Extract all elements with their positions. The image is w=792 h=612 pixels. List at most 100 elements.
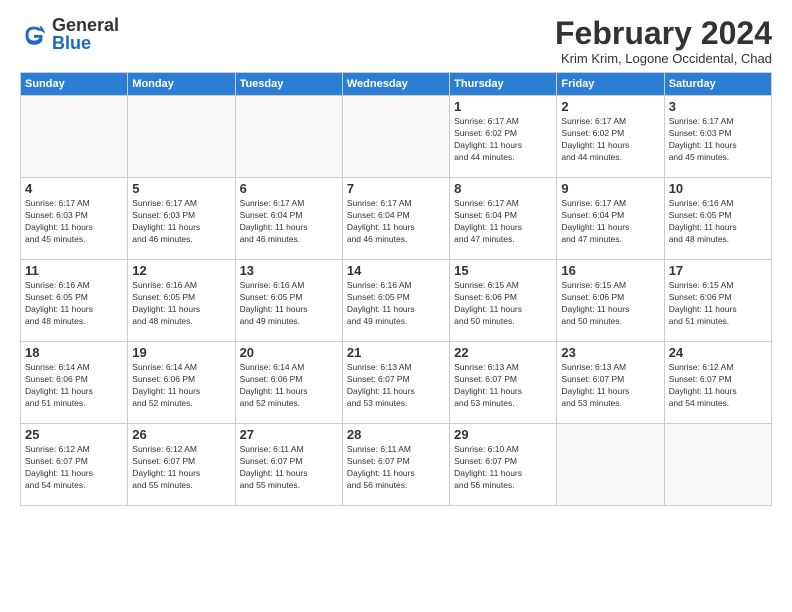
day-info: Sunrise: 6:17 AM Sunset: 6:03 PM Dayligh… [132, 198, 230, 246]
day-info: Sunrise: 6:17 AM Sunset: 6:04 PM Dayligh… [454, 198, 552, 246]
table-row: 18 Sunrise: 6:14 AM Sunset: 6:06 PM Dayli… [21, 342, 128, 424]
day-info: Sunrise: 6:16 AM Sunset: 6:05 PM Dayligh… [132, 280, 230, 328]
calendar-week-row: 25 Sunrise: 6:12 AM Sunset: 6:07 PM Dayli… [21, 424, 772, 506]
day-info: Sunrise: 6:12 AM Sunset: 6:07 PM Dayligh… [25, 444, 123, 492]
table-row: 27 Sunrise: 6:11 AM Sunset: 6:07 PM Dayli… [235, 424, 342, 506]
day-number: 17 [669, 263, 767, 278]
table-row: 21 Sunrise: 6:13 AM Sunset: 6:07 PM Dayli… [342, 342, 449, 424]
day-number: 15 [454, 263, 552, 278]
day-info: Sunrise: 6:17 AM Sunset: 6:03 PM Dayligh… [669, 116, 767, 164]
table-row [128, 96, 235, 178]
calendar-week-row: 1 Sunrise: 6:17 AM Sunset: 6:02 PM Daylig… [21, 96, 772, 178]
col-sunday: Sunday [21, 73, 128, 96]
day-info: Sunrise: 6:14 AM Sunset: 6:06 PM Dayligh… [240, 362, 338, 410]
calendar: Sunday Monday Tuesday Wednesday Thursday… [20, 72, 772, 506]
day-info: Sunrise: 6:16 AM Sunset: 6:05 PM Dayligh… [669, 198, 767, 246]
col-wednesday: Wednesday [342, 73, 449, 96]
day-info: Sunrise: 6:11 AM Sunset: 6:07 PM Dayligh… [347, 444, 445, 492]
location-subtitle: Krim Krim, Logone Occidental, Chad [555, 51, 772, 66]
logo-icon [20, 21, 48, 49]
day-number: 1 [454, 99, 552, 114]
day-number: 2 [561, 99, 659, 114]
col-tuesday: Tuesday [235, 73, 342, 96]
day-info: Sunrise: 6:17 AM Sunset: 6:02 PM Dayligh… [454, 116, 552, 164]
table-row: 19 Sunrise: 6:14 AM Sunset: 6:06 PM Dayli… [128, 342, 235, 424]
day-info: Sunrise: 6:15 AM Sunset: 6:06 PM Dayligh… [561, 280, 659, 328]
day-info: Sunrise: 6:13 AM Sunset: 6:07 PM Dayligh… [347, 362, 445, 410]
day-info: Sunrise: 6:10 AM Sunset: 6:07 PM Dayligh… [454, 444, 552, 492]
day-info: Sunrise: 6:16 AM Sunset: 6:05 PM Dayligh… [240, 280, 338, 328]
day-number: 14 [347, 263, 445, 278]
day-info: Sunrise: 6:17 AM Sunset: 6:04 PM Dayligh… [561, 198, 659, 246]
day-info: Sunrise: 6:11 AM Sunset: 6:07 PM Dayligh… [240, 444, 338, 492]
day-number: 24 [669, 345, 767, 360]
day-info: Sunrise: 6:17 AM Sunset: 6:04 PM Dayligh… [347, 198, 445, 246]
day-info: Sunrise: 6:17 AM Sunset: 6:03 PM Dayligh… [25, 198, 123, 246]
table-row: 15 Sunrise: 6:15 AM Sunset: 6:06 PM Dayli… [450, 260, 557, 342]
day-number: 28 [347, 427, 445, 442]
day-number: 27 [240, 427, 338, 442]
day-info: Sunrise: 6:14 AM Sunset: 6:06 PM Dayligh… [132, 362, 230, 410]
day-info: Sunrise: 6:17 AM Sunset: 6:04 PM Dayligh… [240, 198, 338, 246]
col-thursday: Thursday [450, 73, 557, 96]
day-number: 21 [347, 345, 445, 360]
calendar-week-row: 11 Sunrise: 6:16 AM Sunset: 6:05 PM Dayli… [21, 260, 772, 342]
calendar-week-row: 18 Sunrise: 6:14 AM Sunset: 6:06 PM Dayli… [21, 342, 772, 424]
table-row: 8Sunrise: 6:17 AM Sunset: 6:04 PM Daylig… [450, 178, 557, 260]
table-row: 3 Sunrise: 6:17 AM Sunset: 6:03 PM Daylig… [664, 96, 771, 178]
title-area: February 2024 Krim Krim, Logone Occident… [555, 16, 772, 66]
table-row: 7Sunrise: 6:17 AM Sunset: 6:04 PM Daylig… [342, 178, 449, 260]
table-row: 28 Sunrise: 6:11 AM Sunset: 6:07 PM Dayli… [342, 424, 449, 506]
day-info: Sunrise: 6:13 AM Sunset: 6:07 PM Dayligh… [561, 362, 659, 410]
day-number: 20 [240, 345, 338, 360]
table-row: 17 Sunrise: 6:15 AM Sunset: 6:06 PM Dayli… [664, 260, 771, 342]
day-number: 19 [132, 345, 230, 360]
table-row: 22 Sunrise: 6:13 AM Sunset: 6:07 PM Dayli… [450, 342, 557, 424]
logo-general: General [52, 16, 119, 34]
day-number: 22 [454, 345, 552, 360]
day-info: Sunrise: 6:12 AM Sunset: 6:07 PM Dayligh… [132, 444, 230, 492]
day-info: Sunrise: 6:16 AM Sunset: 6:05 PM Dayligh… [25, 280, 123, 328]
logo-text: General Blue [52, 16, 119, 54]
day-number: 26 [132, 427, 230, 442]
day-number: 18 [25, 345, 123, 360]
table-row: 6 Sunrise: 6:17 AM Sunset: 6:04 PM Daylig… [235, 178, 342, 260]
table-row: 4Sunrise: 6:17 AM Sunset: 6:03 PM Daylig… [21, 178, 128, 260]
day-info: Sunrise: 6:17 AM Sunset: 6:02 PM Dayligh… [561, 116, 659, 164]
table-row [557, 424, 664, 506]
table-row: 9 Sunrise: 6:17 AM Sunset: 6:04 PM Daylig… [557, 178, 664, 260]
table-row: 29 Sunrise: 6:10 AM Sunset: 6:07 PM Dayli… [450, 424, 557, 506]
table-row: 11 Sunrise: 6:16 AM Sunset: 6:05 PM Dayli… [21, 260, 128, 342]
day-number: 12 [132, 263, 230, 278]
table-row: 26 Sunrise: 6:12 AM Sunset: 6:07 PM Dayli… [128, 424, 235, 506]
table-row [21, 96, 128, 178]
table-row: 13 Sunrise: 6:16 AM Sunset: 6:05 PM Dayli… [235, 260, 342, 342]
day-number: 9 [561, 181, 659, 196]
day-number: 25 [25, 427, 123, 442]
day-number: 16 [561, 263, 659, 278]
day-info: Sunrise: 6:14 AM Sunset: 6:06 PM Dayligh… [25, 362, 123, 410]
table-row: 14Sunrise: 6:16 AM Sunset: 6:05 PM Dayli… [342, 260, 449, 342]
logo-blue: Blue [52, 33, 91, 53]
table-row: 12 Sunrise: 6:16 AM Sunset: 6:05 PM Dayli… [128, 260, 235, 342]
day-number: 13 [240, 263, 338, 278]
table-row [664, 424, 771, 506]
table-row: 10 Sunrise: 6:16 AM Sunset: 6:05 PM Dayli… [664, 178, 771, 260]
table-row: 20 Sunrise: 6:14 AM Sunset: 6:06 PM Dayli… [235, 342, 342, 424]
day-number: 10 [669, 181, 767, 196]
day-number: 6 [240, 181, 338, 196]
day-info: Sunrise: 6:15 AM Sunset: 6:06 PM Dayligh… [454, 280, 552, 328]
day-info: Sunrise: 6:12 AM Sunset: 6:07 PM Dayligh… [669, 362, 767, 410]
day-info: Sunrise: 6:13 AM Sunset: 6:07 PM Dayligh… [454, 362, 552, 410]
page: General Blue February 2024 Krim Krim, Lo… [0, 0, 792, 612]
day-info: Sunrise: 6:15 AM Sunset: 6:06 PM Dayligh… [669, 280, 767, 328]
day-number: 3 [669, 99, 767, 114]
day-number: 11 [25, 263, 123, 278]
day-number: 5 [132, 181, 230, 196]
day-number: 23 [561, 345, 659, 360]
table-row: 16 Sunrise: 6:15 AM Sunset: 6:06 PM Dayli… [557, 260, 664, 342]
logo: General Blue [20, 16, 119, 54]
table-row [342, 96, 449, 178]
table-row: 1 Sunrise: 6:17 AM Sunset: 6:02 PM Daylig… [450, 96, 557, 178]
day-number: 29 [454, 427, 552, 442]
